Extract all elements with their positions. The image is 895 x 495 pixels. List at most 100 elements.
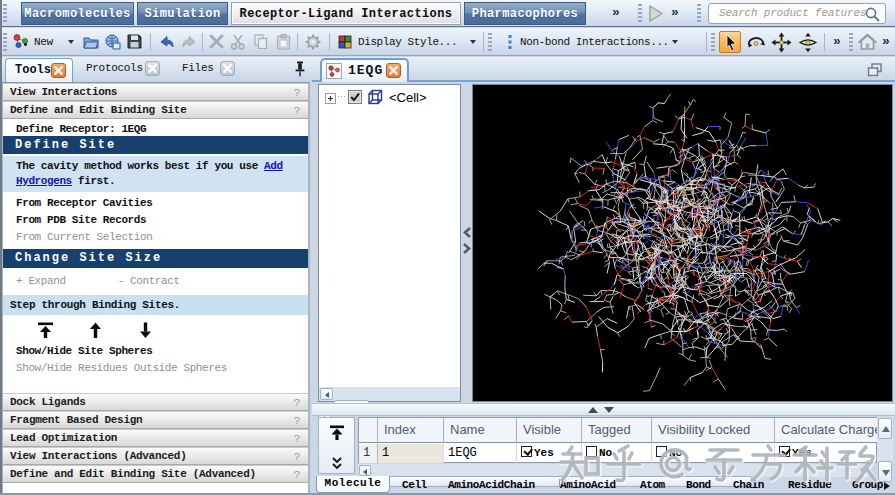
help-icon[interactable]: ?: [294, 449, 300, 465]
tab-scroll-right-arrow[interactable]: [884, 482, 890, 490]
close-tools-tab-button[interactable]: [51, 63, 66, 78]
next-binding-site-button[interactable]: [136, 321, 156, 345]
toolbar-grip[interactable]: [697, 4, 701, 23]
nonbond-caret[interactable]: [672, 40, 678, 44]
molecule-3d-viewer[interactable]: [472, 84, 893, 402]
section-header-define-edit-advanced[interactable]: Define and Edit Binding Site (Advanced) …: [3, 465, 308, 483]
new-button[interactable]: [12, 33, 31, 56]
section-header-fragment-based-design[interactable]: Fragment Based Design ?: [3, 411, 308, 429]
tree-horizontal-scrollbar[interactable]: [319, 387, 460, 401]
help-icon[interactable]: ?: [294, 413, 300, 429]
pin-panel-button[interactable]: [293, 60, 307, 83]
undo-button[interactable]: [157, 33, 176, 56]
document-tab-1eqg[interactable]: 1EQG: [320, 58, 409, 82]
open-button[interactable]: [82, 33, 100, 56]
action-from-receptor-cavities[interactable]: From Receptor Cavities: [16, 197, 321, 209]
row-header[interactable]: 1: [359, 444, 378, 463]
display-style-caret[interactable]: [470, 40, 476, 44]
previous-binding-site-button[interactable]: [86, 321, 106, 345]
delete-button[interactable]: [208, 33, 225, 55]
home-button[interactable]: [857, 32, 878, 57]
bottom-tab-molecule[interactable]: Molecule: [316, 476, 390, 493]
help-icon[interactable]: ?: [294, 395, 300, 411]
new-button-label[interactable]: New: [34, 34, 53, 50]
bottom-tab-aminoacid[interactable]: AminoAcid: [560, 479, 616, 491]
close-protocols-tab-button[interactable]: [145, 61, 160, 76]
cell-visibility-locked[interactable]: No: [652, 444, 775, 463]
table-horizontal-scrollbar[interactable]: [358, 464, 868, 477]
cell-visible[interactable]: Yes: [517, 444, 582, 463]
ribbon-tab-simulation[interactable]: Simulation: [137, 2, 228, 25]
cell-calculate-charge[interactable]: Yes: [775, 444, 878, 463]
open-url-button[interactable]: [104, 33, 122, 56]
scroll-left-button[interactable]: [359, 465, 371, 476]
ribbon-tab-receptor-ligand-interactions[interactable]: Receptor-Ligand Interactions: [231, 2, 461, 25]
settings-button[interactable]: [304, 33, 322, 56]
toolbar-grip[interactable]: [3, 4, 7, 23]
restore-window-button[interactable]: [867, 62, 883, 82]
toolbar-grip[interactable]: [488, 33, 492, 51]
bottom-tab-group[interactable]: Group: [852, 479, 883, 491]
toolbar-grip[interactable]: [638, 4, 642, 23]
ribbon-tab-macromolecules[interactable]: Macromolecules: [21, 2, 134, 25]
close-files-tab-button[interactable]: [220, 61, 235, 76]
panel-tab-files[interactable]: Files: [182, 62, 214, 74]
search-input[interactable]: Search product features: [708, 3, 886, 24]
tree-expander[interactable]: [325, 91, 336, 109]
first-binding-site-button[interactable]: [36, 321, 56, 345]
scroll-to-top-button[interactable]: [328, 424, 346, 447]
expand-up-arrow-icon[interactable]: [588, 407, 598, 413]
checkbox-checked-icon[interactable]: [779, 446, 790, 457]
save-button[interactable]: [126, 33, 143, 55]
action-from-pdb-site-records[interactable]: From PDB Site Records: [16, 214, 321, 226]
action-show-hide-site-spheres[interactable]: Show/Hide Site Spheres: [16, 345, 321, 357]
cell-name[interactable]: 1EQG: [444, 444, 517, 463]
checkbox-checked-icon[interactable]: [521, 446, 532, 457]
rotate-tool-button[interactable]: [745, 32, 767, 58]
select-tool-button[interactable]: [719, 31, 741, 53]
cell-tagged[interactable]: No: [582, 444, 652, 463]
toolbar-grip[interactable]: [711, 33, 715, 51]
help-icon[interactable]: ?: [294, 467, 300, 483]
right-overflow-chevron[interactable]: »: [882, 32, 890, 52]
nonbond-interactions-label[interactable]: Non-bond Interactions...: [520, 34, 669, 50]
bottom-tab-chain[interactable]: Chain: [733, 479, 764, 491]
scroll-left-button[interactable]: [320, 388, 333, 400]
new-dropdown-caret[interactable]: [68, 40, 74, 44]
cell-index[interactable]: 1: [378, 444, 444, 463]
redo-button[interactable]: [179, 33, 198, 56]
bottom-tab-residue[interactable]: Residue: [788, 479, 831, 491]
table-vertical-scrollbar[interactable]: [877, 417, 893, 463]
cut-button[interactable]: [229, 33, 247, 56]
column-header-visible[interactable]: Visible: [517, 418, 582, 443]
paste-button[interactable]: [275, 33, 292, 56]
section-header-define-edit-binding-site[interactable]: Define and Edit Binding Site ?: [3, 101, 308, 119]
more-rows-button[interactable]: [330, 456, 344, 476]
panel-tab-protocols[interactable]: Protocols: [86, 62, 143, 74]
toolbar-grip[interactable]: [3, 33, 7, 51]
collapse-left-chevron[interactable]: [462, 226, 472, 239]
tree-node-cell[interactable]: <Cell>: [389, 90, 427, 105]
bottom-tab-aminoacidchain[interactable]: AminoAcidChain: [448, 479, 535, 491]
column-header-visibility-locked[interactable]: Visibility Locked: [652, 418, 775, 443]
run-overflow-chevron[interactable]: »: [671, 3, 679, 23]
help-icon[interactable]: ?: [294, 431, 300, 447]
scroll-up-button[interactable]: [878, 418, 892, 439]
bottom-panel-splitter[interactable]: [312, 403, 895, 416]
collapse-down-arrow-icon[interactable]: [604, 407, 614, 413]
section-header-dock-ligands[interactable]: Dock Ligands ?: [3, 393, 308, 411]
checkbox-unchecked-icon[interactable]: [586, 446, 597, 457]
section-header-view-interactions-advanced[interactable]: View Interactions (Advanced) ?: [3, 447, 308, 465]
checkbox-unchecked-icon[interactable]: [656, 446, 667, 457]
column-header-name[interactable]: Name: [444, 418, 517, 443]
column-header-tagged[interactable]: Tagged: [582, 418, 652, 443]
ribbon-overflow-chevron[interactable]: »: [612, 3, 620, 23]
bottom-tab-atom[interactable]: Atom: [640, 479, 665, 491]
nonbond-interactions-button[interactable]: [505, 34, 515, 55]
column-header-calculate-charge[interactable]: Calculate Charge: [775, 418, 878, 443]
search-icon[interactable]: [864, 6, 881, 23]
add-hydrogens-link[interactable]: Add: [264, 160, 283, 172]
section-header-lead-optimization[interactable]: Lead Optimization ?: [3, 429, 308, 447]
copy-button[interactable]: [252, 33, 270, 56]
display-style-button[interactable]: [337, 34, 354, 55]
